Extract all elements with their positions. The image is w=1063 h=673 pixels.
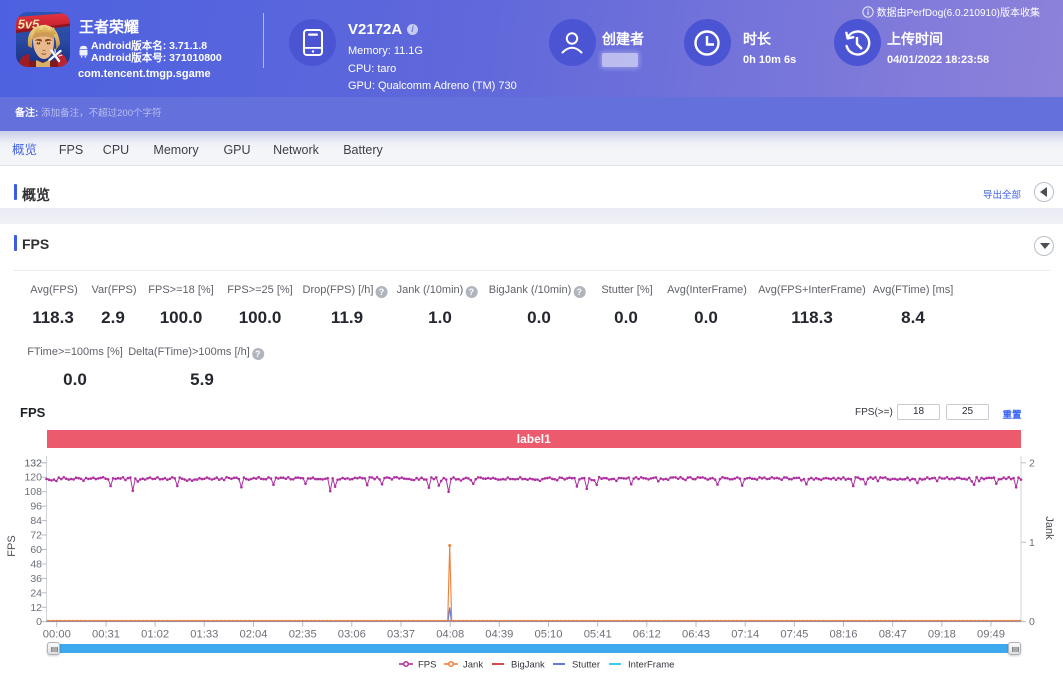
svg-text:05:41: 05:41 xyxy=(584,629,612,641)
svg-text:96: 96 xyxy=(30,501,42,513)
svg-text:09:49: 09:49 xyxy=(977,629,1005,641)
svg-text:03:06: 03:06 xyxy=(338,629,366,641)
svg-text:BigJank: BigJank xyxy=(511,660,545,671)
svg-text:0: 0 xyxy=(36,616,42,628)
svg-text:03:37: 03:37 xyxy=(387,629,415,641)
svg-text:Jank: Jank xyxy=(463,660,483,671)
svg-text:08:47: 08:47 xyxy=(879,629,907,641)
svg-text:12: 12 xyxy=(30,602,42,614)
svg-text:1: 1 xyxy=(1029,537,1035,549)
svg-text:08:16: 08:16 xyxy=(830,629,858,641)
svg-text:120: 120 xyxy=(24,472,42,484)
svg-text:06:12: 06:12 xyxy=(633,629,661,641)
svg-text:0: 0 xyxy=(1029,616,1035,628)
svg-text:09:18: 09:18 xyxy=(928,629,956,641)
svg-text:FPS: FPS xyxy=(6,535,18,556)
svg-text:108: 108 xyxy=(24,486,42,498)
svg-text:02:04: 02:04 xyxy=(240,629,268,641)
svg-text:72: 72 xyxy=(30,530,42,542)
svg-text:36: 36 xyxy=(30,573,42,585)
svg-text:01:02: 01:02 xyxy=(141,629,169,641)
svg-text:60: 60 xyxy=(30,544,42,556)
svg-text:07:45: 07:45 xyxy=(780,629,808,641)
svg-text:04:08: 04:08 xyxy=(436,629,464,641)
svg-text:05:10: 05:10 xyxy=(535,629,563,641)
svg-text:00:00: 00:00 xyxy=(43,629,71,641)
svg-text:InterFrame: InterFrame xyxy=(628,660,674,671)
svg-text:06:43: 06:43 xyxy=(682,629,710,641)
svg-text:84: 84 xyxy=(30,515,42,527)
svg-text:FPS: FPS xyxy=(418,660,436,671)
svg-text:07:14: 07:14 xyxy=(731,629,759,641)
svg-text:00:31: 00:31 xyxy=(92,629,120,641)
svg-text:Stutter: Stutter xyxy=(572,660,600,671)
svg-text:132: 132 xyxy=(24,457,42,469)
svg-text:02:35: 02:35 xyxy=(289,629,317,641)
svg-text:48: 48 xyxy=(30,558,42,570)
svg-text:Jank: Jank xyxy=(1043,516,1055,540)
svg-text:01:33: 01:33 xyxy=(190,629,218,641)
svg-text:24: 24 xyxy=(30,587,42,599)
svg-text:04:39: 04:39 xyxy=(485,629,513,641)
svg-text:2: 2 xyxy=(1029,457,1035,469)
